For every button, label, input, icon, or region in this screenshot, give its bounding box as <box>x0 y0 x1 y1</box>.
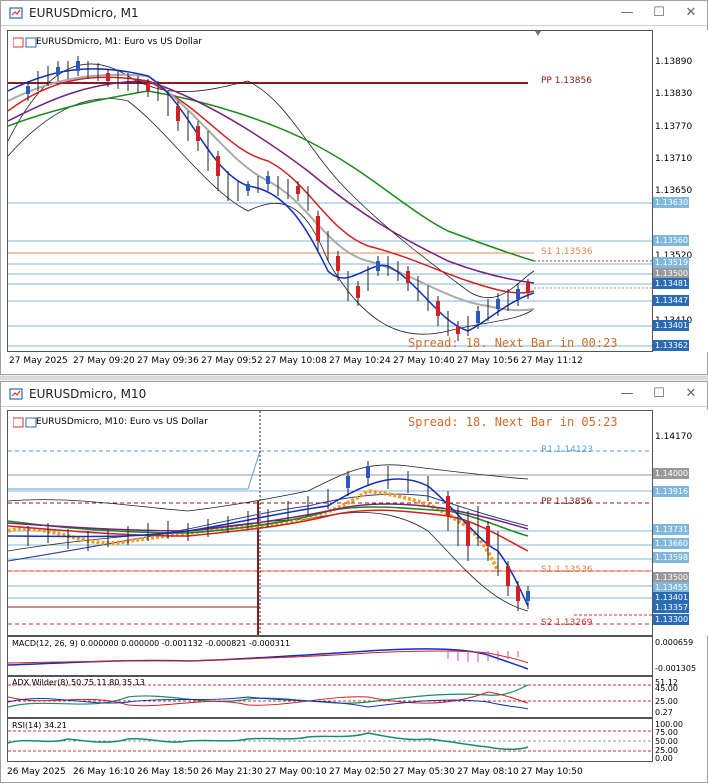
m1-level-label: 1.13519 <box>653 257 689 268</box>
rsi-label: RSI(14) 34.21 <box>12 721 67 730</box>
m1-time-tick: 27 May 09:52 <box>201 356 263 366</box>
maximize-button[interactable]: ☐ <box>643 1 675 25</box>
m10-s2-label: S2 1.13269 <box>541 618 593 628</box>
macd-axis-tick: -0.001305 <box>655 664 697 673</box>
minimize-button[interactable]: — <box>611 382 643 406</box>
m10-s1-label: S1 1.13536 <box>541 565 593 575</box>
m10-level-label: 1.13660 <box>653 538 689 549</box>
m1-level-label: 1.13560 <box>653 235 689 246</box>
m1-time-tick: 27 May 10:08 <box>265 356 327 366</box>
m1-titlebar[interactable]: EURUSDmicro, M1 — ☐ ✕ <box>1 1 707 26</box>
rsi-panel[interactable]: RSI(14) 34.21 <box>7 718 653 762</box>
m10-level-label: 1.13357 <box>653 602 689 613</box>
m1-time-tick: 27 May 09:36 <box>137 356 199 366</box>
m10-window: EURUSDmicro, M10 — ☐ ✕ EURUSDmicro, M10:… <box>0 381 708 783</box>
macd-panel[interactable]: MACD(12, 26, 9) 0.000000 0.000000 -0.001… <box>7 636 653 676</box>
m1-spread-text: Spread: 18. Next Bar in 00:23 <box>408 336 618 350</box>
m10-chart-header: EURUSDmicro, M10: Euro vs US Dollar <box>36 417 208 427</box>
m10-time-tick: 27 May 10:50 <box>521 767 583 777</box>
m10-time-tick: 26 May 21:30 <box>201 767 263 777</box>
m1-time-axis[interactable]: 27 May 2025 27 May 09:20 27 May 09:36 27… <box>7 354 653 370</box>
minimize-button[interactable]: — <box>611 1 643 25</box>
m1-time-tick: 27 May 10:24 <box>329 356 391 366</box>
m1-time-tick: 27 May 10:40 <box>393 356 455 366</box>
m10-titlebar[interactable]: EURUSDmicro, M10 — ☐ ✕ <box>1 382 707 407</box>
m10-time-tick: 27 May 05:30 <box>393 767 455 777</box>
m1-price-tick: 1.13650 <box>655 186 693 196</box>
m1-time-tick: 27 May 09:20 <box>73 356 135 366</box>
m10-level-label: 1.14000 <box>653 468 689 479</box>
macd-label: MACD(12, 26, 9) 0.000000 0.000000 -0.001… <box>12 639 291 648</box>
m1-time-tick: 27 May 2025 <box>9 356 68 366</box>
m10-window-title: EURUSDmicro, M10 <box>29 387 147 401</box>
adx-panel[interactable]: ADX Wilder(8) 50.75 11.80 35.13 <box>7 676 653 718</box>
m1-level-label: 1.13447 <box>653 295 689 306</box>
m10-time-tick: 27 May 02:50 <box>329 767 391 777</box>
close-button[interactable]: ✕ <box>675 1 707 25</box>
m1-level-label: 1.13481 <box>653 278 689 289</box>
m10-spread-text: Spread: 18. Next Bar in 05:23 <box>408 415 618 429</box>
m10-chart-area[interactable]: EURUSDmicro, M10: Euro vs US Dollar Spre… <box>7 410 653 636</box>
rsi-svg <box>8 730 652 752</box>
m1-s1-label: S1 1.13536 <box>541 247 593 257</box>
m1-level-label: 1.13401 <box>653 320 689 331</box>
m10-time-tick: 27 May 08:10 <box>457 767 519 777</box>
adx-axis-tick: 25.00 <box>655 697 678 706</box>
m1-level-label: 1.13630 <box>653 197 689 208</box>
m10-time-tick: 26 May 16:10 <box>73 767 135 777</box>
rsi-axis-tick: 50.00 <box>655 737 678 746</box>
m1-chart-header: EURUSDmicro, M1: Euro vs US Dollar <box>36 37 203 47</box>
m10-candle-bodies <box>346 466 530 601</box>
m10-time-axis[interactable]: 26 May 2025 26 May 16:10 26 May 18:50 26… <box>7 765 653 781</box>
m1-level-label: 1.13362 <box>653 340 689 351</box>
window-divider[interactable] <box>0 376 708 380</box>
m10-pp-label: PP 1.13856 <box>541 497 592 507</box>
m1-chart-area[interactable]: EURUSDmicro, M1: Euro vs US Dollar PP 1.… <box>7 30 653 352</box>
m1-pp-label: PP 1.13856 <box>541 76 592 86</box>
m1-window-title: EURUSDmicro, M1 <box>29 6 139 20</box>
close-button[interactable]: ✕ <box>675 382 707 406</box>
adx-label: ADX Wilder(8) 50.75 11.80 35.13 <box>12 678 145 687</box>
chart-icons <box>13 417 37 428</box>
m1-price-tick: 1.13890 <box>655 57 693 67</box>
rsi-axis-tick: 0.00 <box>655 754 673 763</box>
m1-window: EURUSDmicro, M1 — ☐ ✕ EURUSDmicro, M1: E… <box>0 0 708 375</box>
rsi-axis-tick: 75.00 <box>655 728 678 737</box>
adx-axis-tick: 0.27 <box>655 708 673 717</box>
m1-price-tick: 1.13770 <box>655 122 693 132</box>
m10-level-label: 1.13598 <box>653 552 689 563</box>
m10-level-label: 1.13916 <box>653 486 689 497</box>
m1-price-tick: 1.13830 <box>655 89 693 99</box>
m10-r1-label: R1 1.14123 <box>541 445 594 455</box>
chart-window-icon <box>9 388 23 400</box>
m10-level-label: 1.13731 <box>653 524 689 535</box>
chart-icons <box>13 37 37 48</box>
m1-price-tick: 1.13710 <box>655 154 693 164</box>
m10-time-tick: 26 May 18:50 <box>137 767 199 777</box>
m10-level-label: 1.13300 <box>653 614 689 625</box>
adx-axis-tick: 45.00 <box>655 684 678 693</box>
m10-price-tick: 1.14170 <box>655 432 693 442</box>
maximize-button[interactable]: ☐ <box>643 382 675 406</box>
m1-time-tick: 27 May 10:56 <box>457 356 519 366</box>
m10-time-tick: 26 May 2025 <box>7 767 66 777</box>
chart-window-icon <box>9 7 23 19</box>
m1-time-tick: 27 May 11:12 <box>521 356 583 366</box>
macd-axis-tick: 0.000659 <box>655 638 694 647</box>
m10-time-tick: 27 May 00:10 <box>265 767 327 777</box>
